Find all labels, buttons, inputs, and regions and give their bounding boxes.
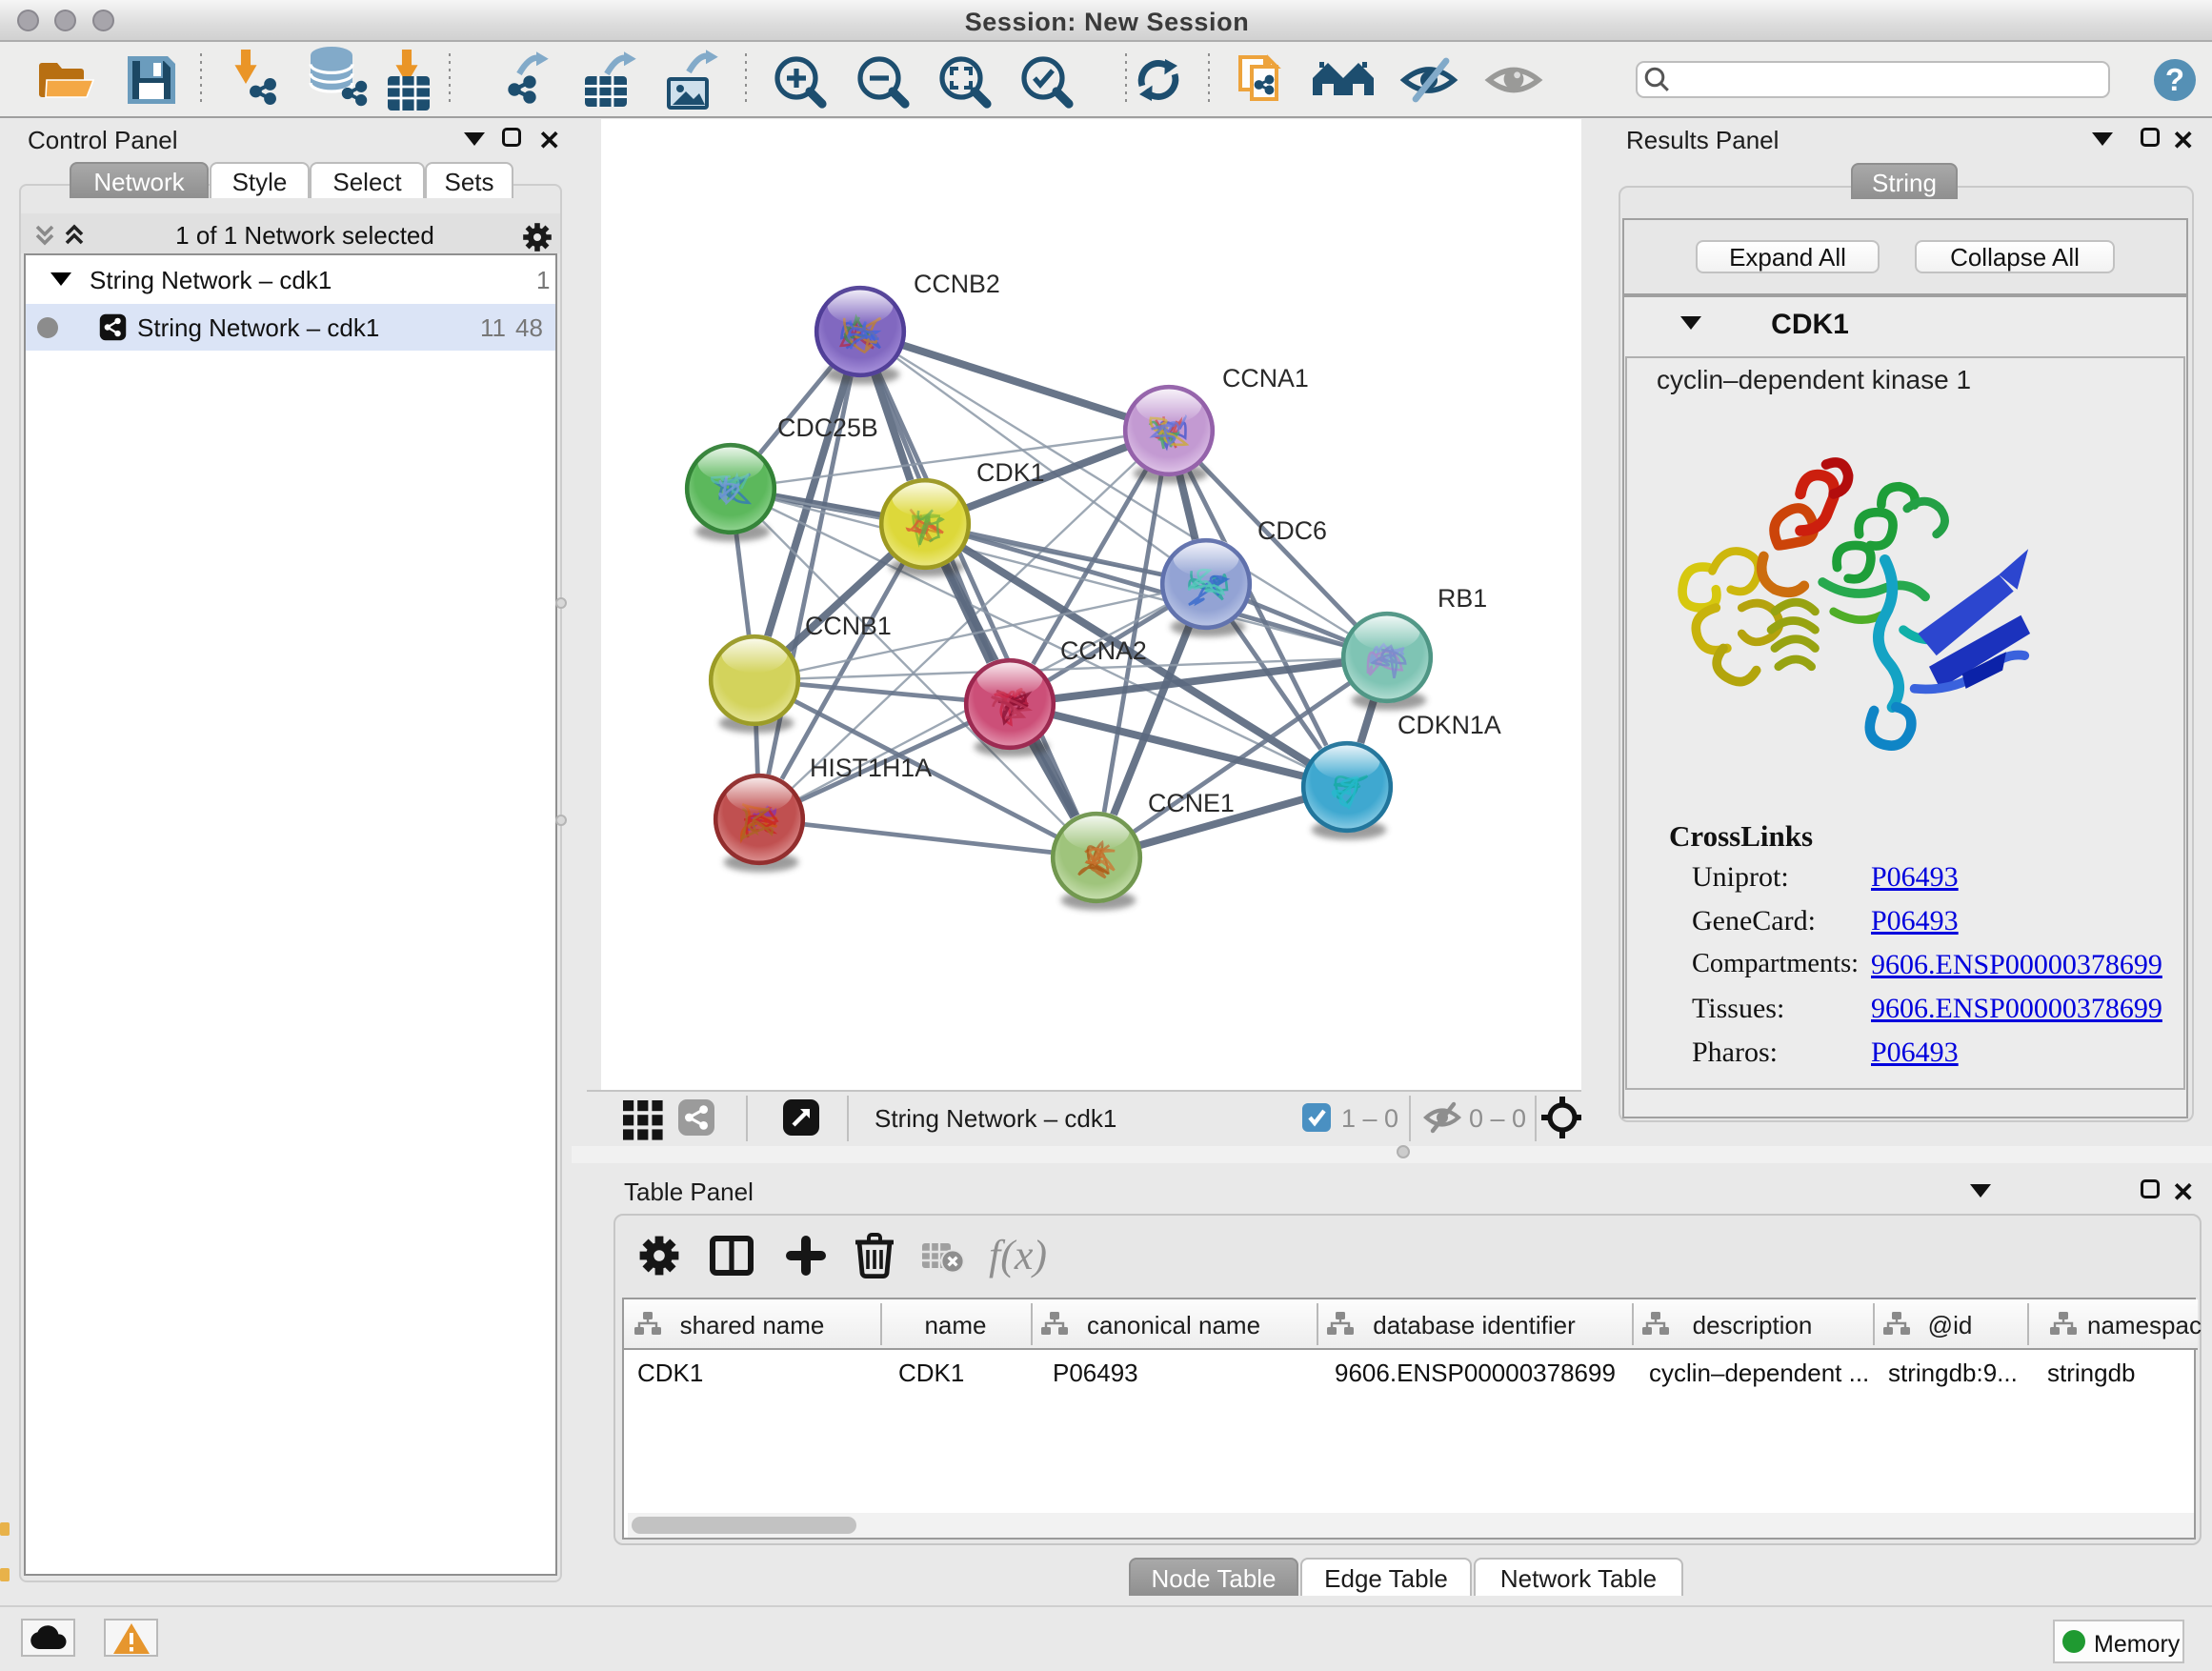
svg-text:CCNB2: CCNB2 <box>914 270 1000 298</box>
svg-text:CDC25B: CDC25B <box>777 413 878 442</box>
svg-text:CCNA1: CCNA1 <box>1222 364 1309 393</box>
svg-text:RB1: RB1 <box>1438 584 1487 613</box>
svg-text:HIST1H1A: HIST1H1A <box>810 754 932 782</box>
svg-text:CDKN1A: CDKN1A <box>1398 711 1501 739</box>
svg-text:CDK1: CDK1 <box>976 458 1044 487</box>
svg-text:0 – 0: 0 – 0 <box>1469 1104 1526 1133</box>
svg-text:CDC6: CDC6 <box>1257 516 1327 545</box>
svg-text:f(x): f(x) <box>989 1232 1047 1278</box>
svg-text:CCNB1: CCNB1 <box>805 612 892 640</box>
svg-text:String Network – cdk1: String Network – cdk1 <box>875 1104 1116 1133</box>
svg-text:1 – 0: 1 – 0 <box>1341 1104 1398 1133</box>
svg-text:CCNE1: CCNE1 <box>1148 789 1235 817</box>
svg-text:?: ? <box>2165 62 2184 97</box>
svg-text:CCNA2: CCNA2 <box>1060 636 1147 665</box>
